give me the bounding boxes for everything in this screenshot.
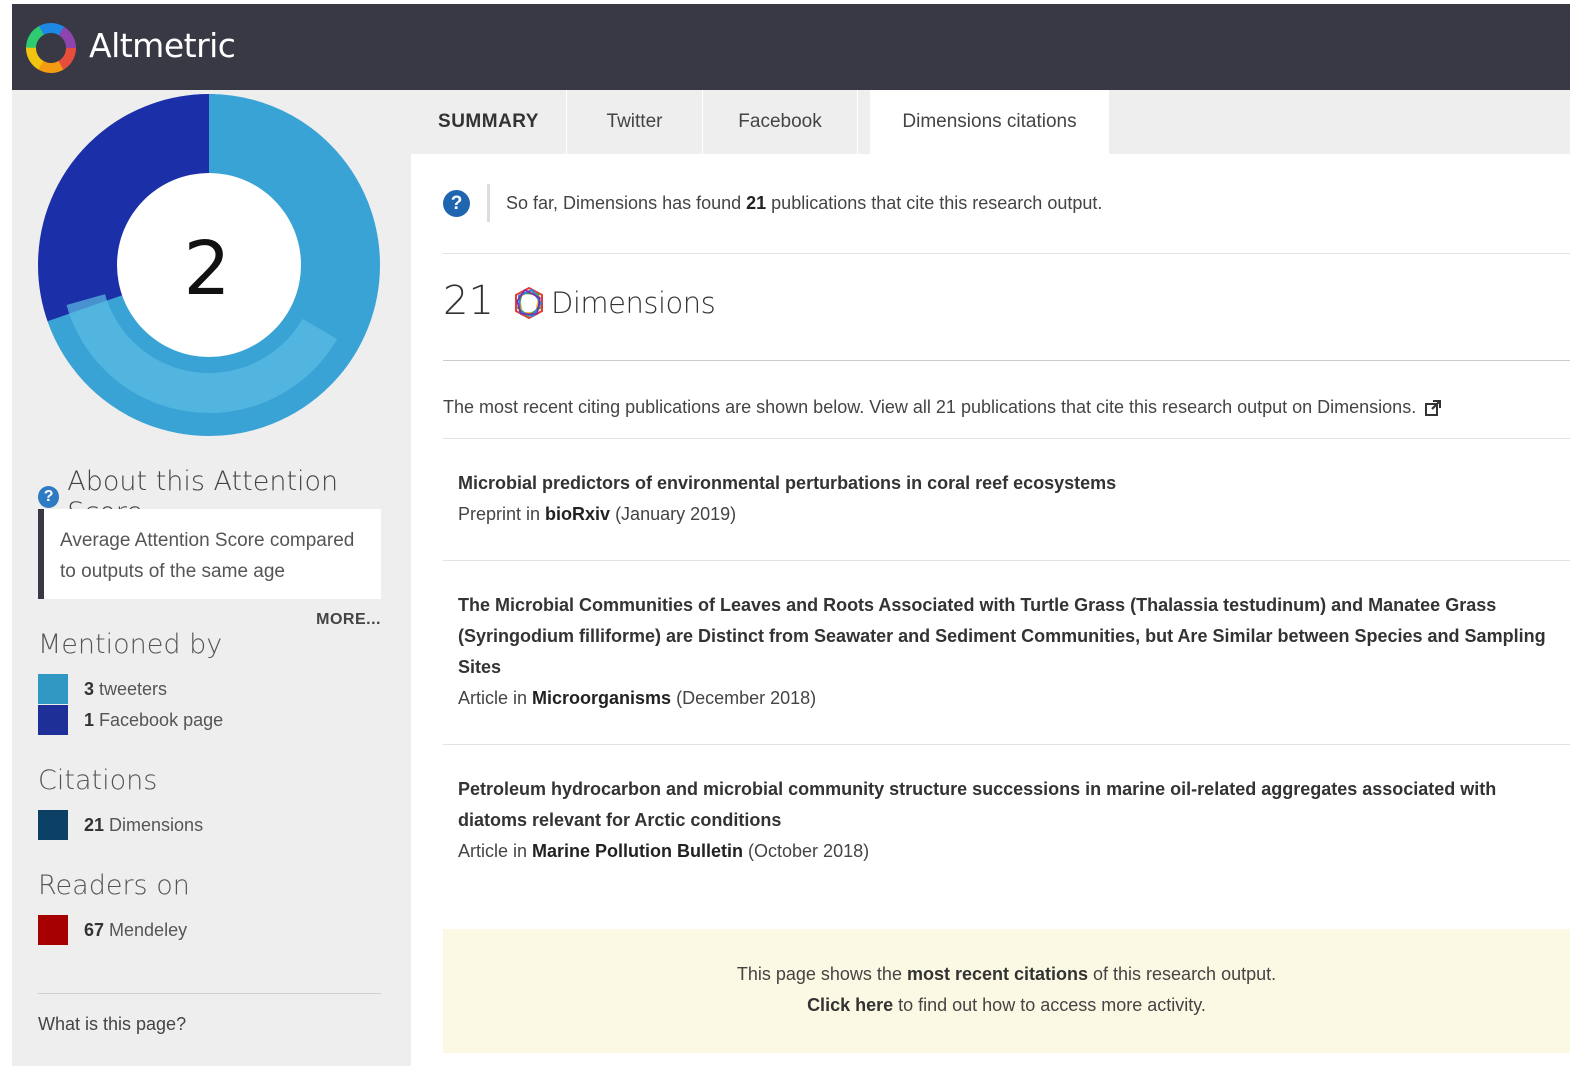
attention-score-value: 2 [183,226,231,312]
publication-venue: Microorganisms [532,688,672,708]
divider [443,360,1570,361]
mentioned-by-title: Mentioned by [38,629,223,660]
publication-date: (January 2019) [610,504,737,524]
top-header: Altmetric [12,4,1570,90]
divider [443,744,1570,745]
mention-label: tweeters [99,678,168,699]
tab-bar: SUMMARY Twitter Facebook Dimensions cita… [411,90,1570,154]
tab-twitter[interactable]: Twitter [567,90,703,154]
mention-tweeters[interactable]: 3 tweeters [38,674,167,704]
recent-citations-note[interactable]: The most recent citing publications are … [443,397,1442,418]
intro-count: 21 [746,192,767,213]
publication-venue: Marine Pollution Bulletin [532,841,744,861]
publication-type: Preprint in [458,504,546,524]
publication-item[interactable]: Petroleum hydrocarbon and microbial comm… [458,774,1563,867]
recent-citations-text[interactable]: The most recent citing publications are … [443,397,1416,418]
citation-dimensions[interactable]: 21 Dimensions [38,810,203,840]
dimensions-swatch [38,810,68,840]
notice-suffix: of this research output. [1088,964,1277,984]
mention-label: Facebook page [99,709,224,730]
publication-item[interactable]: The Microbial Communities of Leaves and … [458,590,1563,714]
intro-row: ? So far, Dimensions has found 21 public… [443,184,1102,222]
recent-citations-notice: This page shows the most recent citation… [443,929,1570,1053]
citations-title: Citations [38,765,158,796]
publication-date: (December 2018) [671,688,817,708]
about-score-box: Average Attention Score compared to outp… [38,509,381,599]
divider [443,253,1570,254]
notice-highlight: most recent citations [906,964,1089,984]
publication-type: Article in [458,688,533,708]
notice-line-2-suffix: to find out how to access more activity. [893,995,1206,1015]
sidebar-divider [38,993,381,994]
dimensions-wordmark: Dimensions [551,286,716,320]
mention-facebook[interactable]: 1 Facebook page [38,705,223,735]
intro-prefix: So far, Dimensions has found [506,192,747,213]
citation-count: 21 [84,814,105,835]
mendeley-swatch [38,915,68,945]
altmetric-page: Altmetric 2 ? About this Attention Score… [12,4,1570,1066]
facebook-swatch [38,705,68,735]
what-is-this-page-link[interactable]: What is this page? [38,1014,186,1035]
intro-separator [487,184,490,222]
more-link[interactable]: MORE... [316,611,381,629]
publication-title[interactable]: The Microbial Communities of Leaves and … [458,590,1563,683]
publication-title[interactable]: Microbial predictors of environmental pe… [458,468,1563,499]
intro-text: So far, Dimensions has found 21 publicat… [506,193,1102,214]
brand-name[interactable]: Altmetric [89,26,236,65]
dimensions-logo-icon [515,286,543,320]
reader-count: 67 [84,919,105,940]
question-icon[interactable]: ? [443,189,470,217]
notice-line-2: Click here to find out how to access mor… [443,990,1570,1021]
tweeters-swatch [38,674,68,704]
reader-label: Mendeley [109,919,188,940]
divider [443,438,1570,439]
publication-type: Article in [458,841,533,861]
external-link-icon[interactable] [1424,399,1442,417]
help-icon[interactable]: ? [38,486,60,508]
notice-line-1: This page shows the most recent citation… [443,959,1570,990]
citation-label: Dimensions [109,814,204,835]
altmetric-logo-icon[interactable] [24,21,78,75]
tab-facebook[interactable]: Facebook [703,90,858,154]
reader-mendeley[interactable]: 67 Mendeley [38,915,187,945]
citation-total: 21 [443,278,494,324]
publication-date: (October 2018) [743,841,870,861]
publication-meta: Article in Microorganisms (December 2018… [458,683,1563,714]
publication-meta: Preprint in bioRxiv (January 2019) [458,499,1563,530]
tab-summary[interactable]: SUMMARY [411,90,567,154]
intro-suffix: publications that cite this research out… [766,192,1103,213]
readers-title: Readers on [38,870,190,901]
publication-title[interactable]: Petroleum hydrocarbon and microbial comm… [458,774,1563,836]
publication-venue: bioRxiv [545,504,611,524]
publication-meta: Article in Marine Pollution Bulletin (Oc… [458,836,1563,867]
divider [443,560,1570,561]
publication-item[interactable]: Microbial predictors of environmental pe… [458,468,1563,530]
sidebar: 2 ? About this Attention Score Average A… [12,90,411,1066]
notice-prefix: This page shows the [736,964,907,984]
click-here-link[interactable]: Click here [807,995,893,1015]
tab-dimensions-citations[interactable]: Dimensions citations [870,90,1109,154]
mention-count: 3 [84,678,95,699]
mention-count: 1 [84,709,95,730]
